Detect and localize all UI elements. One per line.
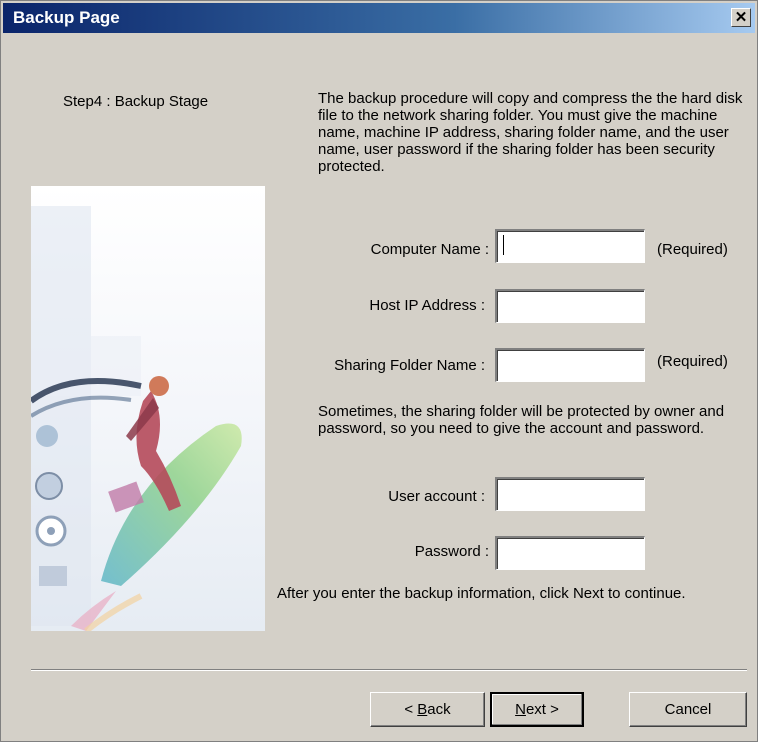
title-bar: Backup Page ✕ — [3, 3, 755, 33]
cancel-button[interactable]: Cancel — [629, 692, 747, 727]
sharing-folder-field[interactable] — [495, 348, 645, 382]
close-button[interactable]: ✕ — [731, 8, 751, 27]
intro-text: The backup procedure will copy and compr… — [318, 90, 743, 175]
backup-dialog: Backup Page ✕ Step4 : Backup Stage The b… — [0, 0, 758, 742]
divider-highlight — [31, 670, 747, 671]
close-icon: ✕ — [734, 9, 748, 26]
next-button-accel: N — [515, 701, 526, 718]
password-label: Password : — [414, 543, 489, 560]
back-button-accel: B — [417, 701, 428, 718]
next-button-rest: ext > — [525, 701, 559, 718]
text-caret — [503, 235, 504, 255]
password-input[interactable] — [497, 538, 644, 569]
computer-name-required-note: (Required) — [657, 241, 728, 258]
next-button[interactable]: Next > — [490, 692, 584, 727]
user-account-field[interactable] — [495, 477, 645, 511]
back-button-rest: ack — [427, 701, 451, 718]
surfer-illustration-icon — [31, 186, 265, 631]
host-ip-field[interactable] — [495, 289, 645, 323]
back-button[interactable]: < Back — [370, 692, 485, 727]
host-ip-input[interactable] — [497, 291, 644, 322]
computer-name-input[interactable] — [497, 231, 644, 262]
wizard-illustration — [31, 186, 265, 631]
computer-name-field[interactable] — [495, 229, 645, 263]
user-account-label: User account : — [388, 488, 485, 505]
user-account-input[interactable] — [497, 479, 644, 510]
sharing-folder-input[interactable] — [497, 350, 644, 381]
footer-text: After you enter the backup information, … — [277, 585, 686, 602]
back-button-prefix: < — [404, 701, 418, 718]
step-label: Step4 : Backup Stage — [63, 93, 209, 110]
sharing-folder-label: Sharing Folder Name : — [334, 357, 485, 374]
password-field[interactable] — [495, 536, 645, 570]
security-text: Sometimes, the sharing folder will be pr… — [318, 403, 725, 437]
host-ip-label: Host IP Address : — [369, 297, 485, 314]
window-title: Backup Page — [13, 8, 120, 27]
computer-name-label: Computer Name : — [370, 241, 489, 258]
sharing-folder-required-note: (Required) — [657, 353, 728, 370]
